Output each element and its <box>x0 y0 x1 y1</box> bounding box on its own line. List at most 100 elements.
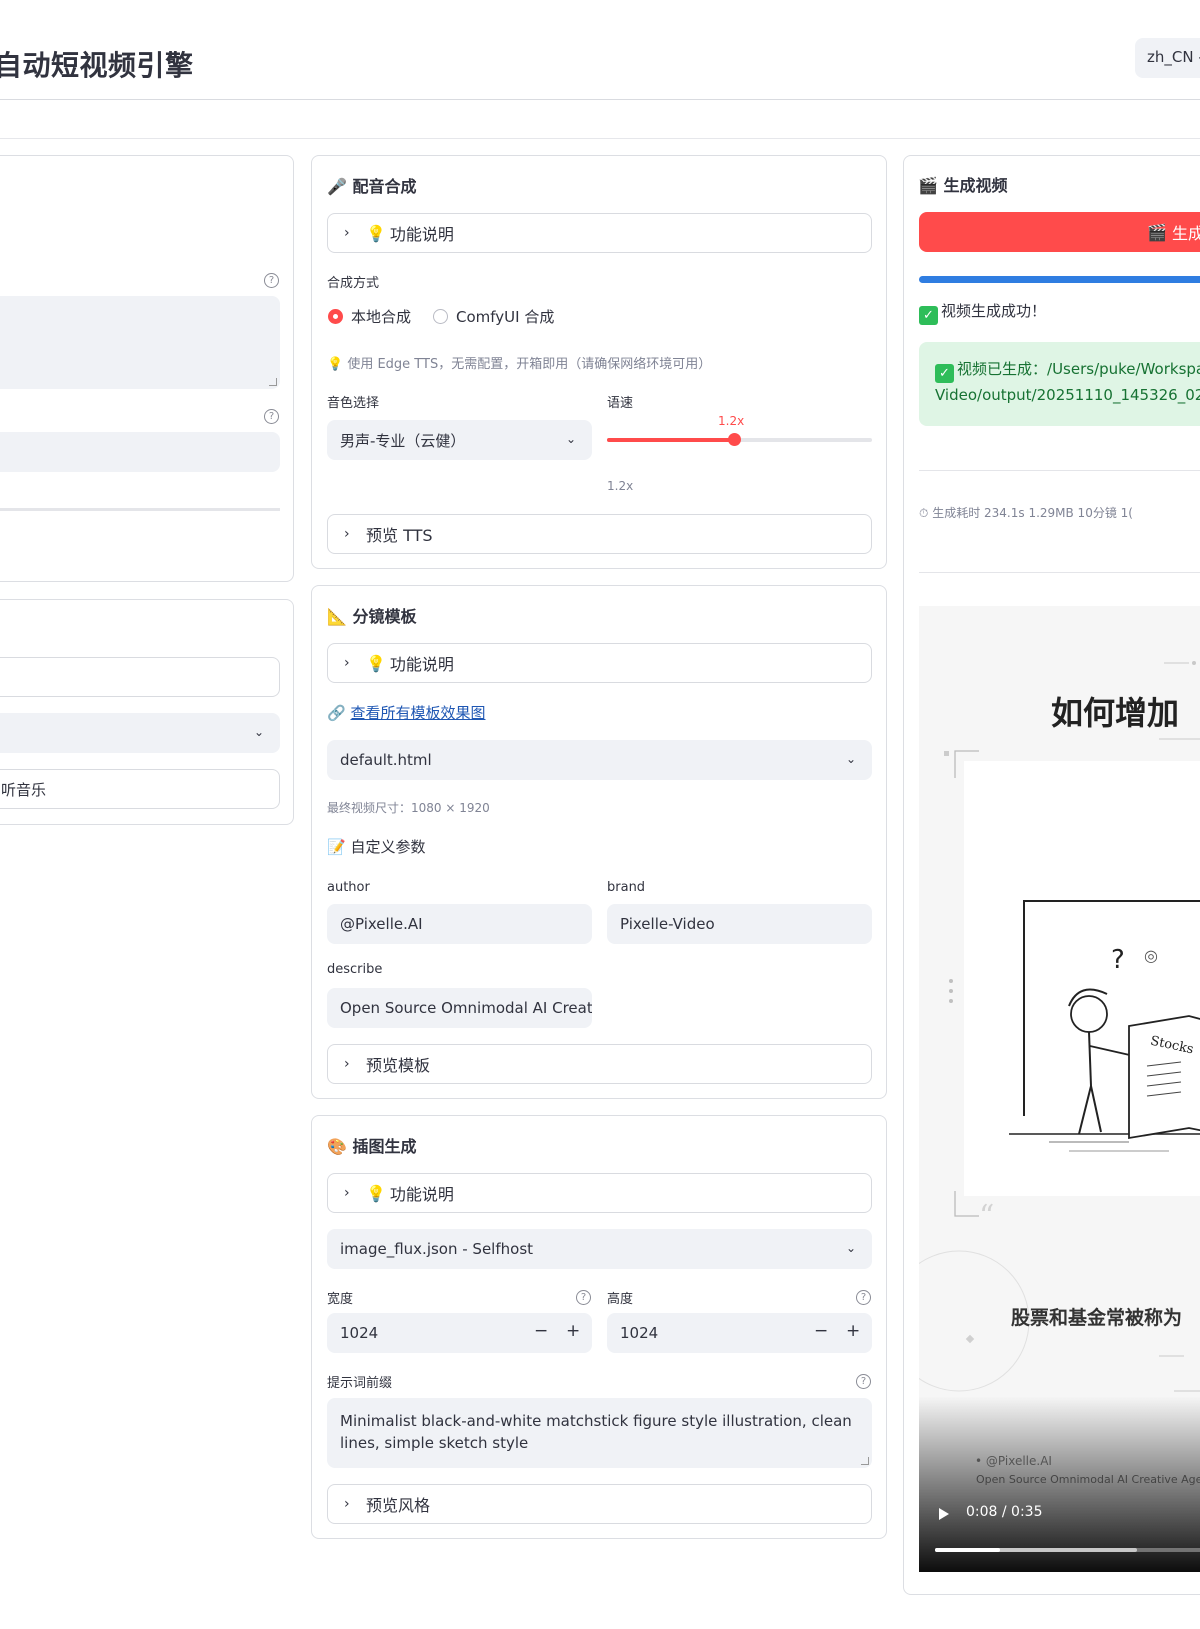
help-icon[interactable]: ? <box>856 1290 871 1305</box>
chevron-right-icon: › <box>344 655 350 671</box>
left-text-input[interactable] <box>0 657 280 697</box>
image-section-title: 🎨 插图生成 <box>327 1137 417 1156</box>
help-icon[interactable]: ? <box>264 409 279 424</box>
radio-local-label[interactable]: 本地合成 <box>351 306 411 327</box>
script-textarea[interactable] <box>0 296 280 389</box>
workflow-select[interactable]: image_flux.json - Selfhost ⌄ <box>327 1229 872 1269</box>
radio-local[interactable] <box>328 309 343 324</box>
video-frame: ? ◎ “ <box>919 606 1200 1572</box>
height-decrement-button[interactable]: − <box>814 1321 828 1341</box>
lightbulb-icon: 💡 <box>366 1183 386 1203</box>
template-select[interactable]: default.html ⌄ <box>327 740 872 780</box>
video-size-caption: 最终视频尺寸：1080 × 1920 <box>327 801 490 815</box>
video-headline: 如何增加 <box>1051 694 1180 732</box>
chevron-right-icon: › <box>344 1496 350 1512</box>
video-subtitle: 股票和基金常被称为 <box>1011 1307 1183 1329</box>
height-input[interactable]: 1024 <box>607 1313 872 1353</box>
template-panel: 📐 分镜模板 › 💡 功能说明 🔗 查看所有模板效果图 default.html… <box>311 585 887 1099</box>
resize-grip[interactable] <box>269 378 277 386</box>
preview-template-expander[interactable]: › 预览模板 <box>327 1044 872 1084</box>
describe-input[interactable]: Open Source Omnimodal AI Creative <box>327 988 592 1028</box>
check-icon: ✓ <box>935 364 954 383</box>
speed-caption: 1.2x <box>607 479 634 493</box>
generation-status: ✓ 视频生成成功！ <box>919 300 1046 325</box>
stopwatch-icon: ⏱ <box>919 506 929 520</box>
left-divider <box>0 508 280 511</box>
bgm-input[interactable]: 听音乐 <box>0 769 280 809</box>
speed-label: 语速 <box>607 396 634 411</box>
template-explain-expander[interactable]: › 💡 功能说明 <box>327 643 872 683</box>
question-mark: ? <box>1111 945 1125 975</box>
lightbulb-icon: 💡 <box>366 653 386 673</box>
speed-slider-fill <box>607 438 735 442</box>
width-label: 宽度 <box>327 1292 354 1307</box>
describe-label: describe <box>327 962 383 977</box>
chevron-down-icon: ⌄ <box>565 432 576 446</box>
voice-select[interactable]: 男声-专业（云健） ⌄ <box>327 420 592 460</box>
brand-input[interactable]: Pixelle-Video <box>607 904 872 944</box>
video-seek-bar[interactable] <box>935 1548 1200 1552</box>
generation-stats: ⏱ 生成耗时 234.1s 1.29MB 10分镜 1( <box>919 506 1133 520</box>
speed-value-label: 1.2x <box>718 414 745 428</box>
left-panel-bottom: ⌄ 听音乐 <box>0 599 294 825</box>
mode-label: 合成方式 <box>327 276 380 291</box>
radio-comfyui[interactable] <box>433 309 448 324</box>
memo-icon: 📝 <box>327 838 346 856</box>
play-icon[interactable] <box>939 1508 949 1520</box>
help-icon[interactable]: ? <box>856 1374 871 1389</box>
prompt-prefix-textarea[interactable]: Minimalist black-and-white matchstick fi… <box>327 1398 872 1468</box>
generation-progress-bar <box>919 276 1200 283</box>
bgm-value: 听音乐 <box>1 780 47 799</box>
output-section-title: 🎬 生成视频 <box>918 176 1008 195</box>
preview-tts-expander[interactable]: › 预览 TTS <box>327 514 872 554</box>
width-decrement-button[interactable]: − <box>534 1321 548 1341</box>
speed-slider-track[interactable] <box>607 433 872 446</box>
template-gallery-link[interactable]: 🔗 查看所有模板效果图 <box>327 702 485 723</box>
svg-text:“: “ <box>979 1199 994 1234</box>
saved-path-alert: ✓ 视频已生成：/Users/puke/Workspa Video/output/… <box>919 342 1200 426</box>
author-label: author <box>327 880 370 895</box>
width-increment-button[interactable]: + <box>566 1321 580 1341</box>
height-label: 高度 <box>607 1292 634 1307</box>
image-explain-expander[interactable]: › 💡 功能说明 <box>327 1173 872 1213</box>
left-input[interactable] <box>0 432 280 472</box>
voice-explain-expander[interactable]: › 💡 功能说明 <box>327 213 872 253</box>
chevron-down-icon: ⌄ <box>845 752 856 766</box>
header-divider <box>0 99 1200 100</box>
chevron-down-icon: ⌄ <box>845 1241 856 1255</box>
left-select[interactable]: ⌄ <box>0 713 280 753</box>
width-input[interactable]: 1024 <box>327 1313 592 1353</box>
alert-divider <box>919 470 1200 471</box>
custom-params-title: 📝 自定义参数 <box>327 838 426 856</box>
stats-divider <box>919 572 1200 573</box>
clapper-icon: 🎬 <box>1147 222 1167 242</box>
height-increment-button[interactable]: + <box>846 1321 860 1341</box>
prompt-prefix-label: 提示词前缀 <box>327 1376 393 1391</box>
lightbulb-icon: 💡 <box>327 357 344 372</box>
help-icon[interactable]: ? <box>264 273 279 288</box>
voice-hint: 💡 使用 Edge TTS，无需配置，开箱即用（请确保网络环境可用） <box>327 357 712 372</box>
brand-label: brand <box>607 880 646 895</box>
clapper-icon: 🎬 <box>918 176 938 195</box>
video-player[interactable]: ? ◎ “ 如何增加 Stocks 股票和基金常被称为 • @Pixelle.A… <box>919 606 1200 1572</box>
video-time: 0:08 / 0:35 <box>966 1504 1043 1520</box>
svg-text:◎: ◎ <box>1144 946 1158 965</box>
speed-slider-thumb[interactable] <box>728 433 742 446</box>
voice-section-title: 🎤 配音合成 <box>327 177 417 196</box>
language-select[interactable]: zh_CN - <box>1135 38 1200 78</box>
author-input[interactable]: @Pixelle.AI <box>327 904 592 944</box>
voice-select-label: 音色选择 <box>327 396 380 411</box>
chevron-right-icon: › <box>344 526 350 542</box>
generate-video-button[interactable]: 🎬 生成 <box>919 212 1200 252</box>
video-describe: Open Source Omnimodal AI Creative Agent <box>976 1473 1200 1486</box>
preview-style-expander[interactable]: › 预览风格 <box>327 1484 872 1524</box>
voice-panel: 🎤 配音合成 › 💡 功能说明 合成方式 本地合成 ComfyUI 合成 💡 使… <box>311 155 887 569</box>
resize-grip[interactable] <box>861 1457 869 1465</box>
help-icon[interactable]: ? <box>576 1290 591 1305</box>
chevron-right-icon: › <box>344 1056 350 1072</box>
template-section-title: 📐 分镜模板 <box>327 607 417 626</box>
radio-comfyui-label[interactable]: ComfyUI 合成 <box>456 306 554 327</box>
toolbar-divider <box>0 138 1200 139</box>
microphone-icon: 🎤 <box>327 177 347 196</box>
chevron-down-icon: ⌄ <box>253 725 264 739</box>
